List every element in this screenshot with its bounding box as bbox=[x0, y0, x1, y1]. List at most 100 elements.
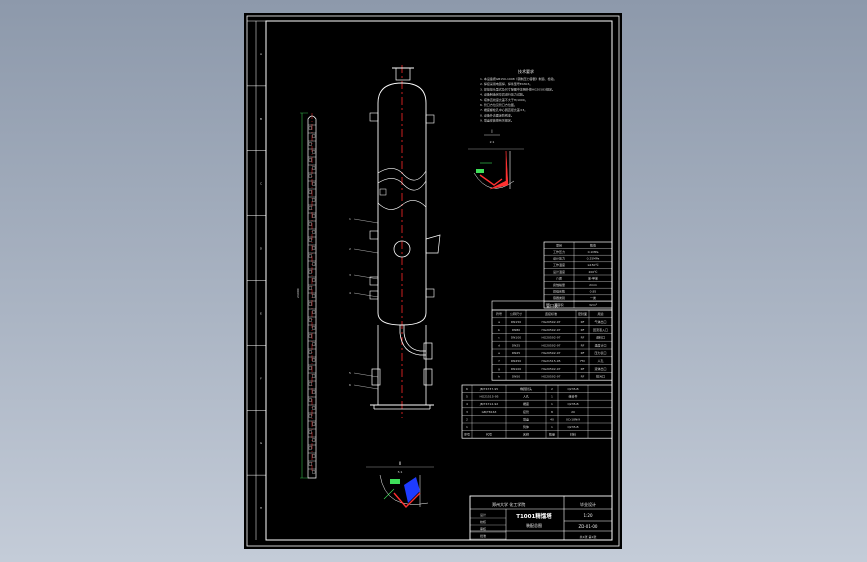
bill-of-materials[interactable]: 6 JB/T4737-95 椭圆封头 2 Q235-B 5 HG21515-95 人孔 1 组合件… bbox=[461, 384, 613, 439]
nozzle-table-cell: DN450 bbox=[511, 359, 521, 363]
tray-downcomer bbox=[308, 302, 312, 306]
detail-view-one[interactable]: I 2:1 bbox=[468, 129, 524, 190]
bom-cell: Q235-B bbox=[567, 402, 578, 406]
zone-letter: D bbox=[260, 247, 263, 251]
detail-view-two[interactable]: II 5:1 bbox=[366, 461, 434, 509]
tech-table-cell: 工作温度 bbox=[553, 262, 565, 267]
callout-number: 1 bbox=[349, 217, 351, 221]
zone-letter: E bbox=[260, 311, 262, 315]
tb-role: 审核 bbox=[480, 526, 486, 531]
tray-downcomer bbox=[308, 382, 312, 386]
tech-req-lines: 1. 本设备按GB150-1998《钢制压力容器》制造、检验。2. 焊接采用电弧… bbox=[480, 76, 557, 123]
tray-stack-elevation[interactable]: 24000 bbox=[296, 112, 317, 479]
tech-table-cell: 200℃ bbox=[588, 270, 598, 274]
nozzle-left-mid[interactable] bbox=[369, 230, 379, 240]
bom-cell: 4 bbox=[466, 402, 468, 406]
nozzle-table-cell: HG20592-97 bbox=[541, 336, 560, 340]
tb-drawing-name: T1001精馏塔 bbox=[516, 512, 552, 520]
nozzle-table-cell: 用途 bbox=[597, 311, 603, 316]
tray-downcomer bbox=[308, 270, 312, 274]
tech-table-cell: ≤150℃ bbox=[587, 263, 599, 267]
tech-req-title: 技术要求 bbox=[518, 68, 534, 74]
nozzle-table-cell: DN50 bbox=[512, 375, 520, 379]
tb-project: 毕业设计 bbox=[580, 501, 596, 507]
drawing-sheet[interactable]: ABCDEFGH 24000 1 2 3 4 5 6 技术要求 1. 本设备按G… bbox=[244, 13, 622, 549]
nozzle-table-cell: c bbox=[498, 336, 500, 340]
nozzle-left-top[interactable] bbox=[369, 112, 379, 122]
tray-downcomer bbox=[312, 406, 316, 410]
tray-downcomer bbox=[308, 366, 312, 370]
tray-downcomer bbox=[308, 254, 312, 258]
tech-table-cell: 0.85 bbox=[590, 290, 597, 294]
tech-table-cell: 工作压力 bbox=[553, 249, 565, 254]
zone-labels: A B C D E F G H bbox=[260, 52, 263, 510]
nozzle-table-cell: b bbox=[498, 328, 500, 332]
tb-school: 郑州大学 化工学院 bbox=[492, 501, 525, 507]
nozzle-table-cell: DN80 bbox=[512, 328, 520, 332]
nozzle-table-cell: f bbox=[498, 359, 500, 363]
tray-downcomer bbox=[308, 286, 312, 290]
bom-cell: 1 bbox=[551, 402, 553, 406]
nozzle-table-cell: HG20592-97 bbox=[541, 320, 560, 324]
callout-leader bbox=[353, 372, 379, 378]
tray-downcomer bbox=[312, 182, 316, 186]
nozzle-right-top[interactable] bbox=[425, 114, 435, 124]
tray-downcomer bbox=[312, 246, 316, 250]
tb-sheet: 共1张 第1张 bbox=[580, 534, 597, 539]
nozzle-table-cell: RF bbox=[581, 320, 585, 324]
feed-inlet-nozzle[interactable] bbox=[425, 234, 441, 254]
tech-table-cell: 设计压力 bbox=[553, 256, 565, 261]
nozzle-right-low[interactable] bbox=[425, 288, 435, 298]
technical-characteristics-table[interactable]: 项目 数值工作压力 0.1MPa 设计压力 0.25MPa 工作温度 ≤150℃ 设计温度 20… bbox=[543, 241, 613, 309]
bom-cell: 筒体 bbox=[523, 424, 529, 429]
tech-req-line: 8. 设备外表面涂防锈漆。 bbox=[480, 112, 514, 117]
distillation-column[interactable]: 1 2 3 4 5 6 bbox=[349, 65, 441, 418]
bom-cell: 代号 bbox=[486, 432, 492, 437]
detail-one-scale: 2:1 bbox=[490, 140, 495, 144]
bom-cell: 1 bbox=[551, 425, 553, 429]
zone-letter: F bbox=[260, 376, 262, 380]
tech-req-line: 9. 塔盘安装按有关规定。 bbox=[480, 118, 514, 123]
zone-letter: G bbox=[260, 441, 263, 445]
cad-viewport[interactable]: ABCDEFGH 24000 1 2 3 4 5 6 技术要求 1. 本设备按G… bbox=[0, 0, 867, 562]
nozzle-inner[interactable] bbox=[379, 188, 387, 196]
title-block[interactable]: 郑州大学 化工学院 毕业设计 T1001精馏塔 装配总图 1:20 ZD-01-… bbox=[469, 495, 613, 541]
cad-drawing-canvas[interactable]: ABCDEFGH 24000 123456 技术要求 1. 本设备按GB150-… bbox=[244, 13, 622, 549]
skirt-access-left[interactable] bbox=[371, 368, 381, 386]
callout-leader bbox=[353, 384, 379, 390]
tray-downcomer bbox=[308, 158, 312, 162]
tb-drawing-no: ZD-01-00 bbox=[579, 524, 598, 529]
callout-number: 3 bbox=[349, 273, 351, 277]
tray-downcomer bbox=[312, 310, 316, 314]
top-nozzle[interactable] bbox=[395, 67, 411, 81]
tray-downcomer bbox=[312, 214, 316, 218]
nozzle-table-cell: d bbox=[498, 343, 500, 347]
nozzle-table-cell: DN25 bbox=[512, 343, 520, 347]
skirt-access-right[interactable] bbox=[423, 368, 433, 386]
nozzle-table-cell: e bbox=[498, 351, 500, 355]
bom-cell: 塔盘 bbox=[523, 416, 529, 421]
nozzle-table-cell: 人孔 bbox=[597, 358, 603, 363]
nozzle-left-low2[interactable] bbox=[369, 290, 379, 300]
tb-roles: 设计校核审核批准 bbox=[470, 512, 506, 540]
tray-downcomer bbox=[312, 454, 316, 458]
tray-downcomer bbox=[308, 238, 312, 242]
detail-one-label: I bbox=[491, 129, 492, 134]
callout-number: 4 bbox=[349, 291, 351, 295]
tech-table-cell: 0.1MPa bbox=[588, 250, 599, 254]
tray-downcomer bbox=[312, 166, 316, 170]
bom-cell: 椭圆封头 bbox=[520, 386, 532, 391]
tray-downcomer bbox=[312, 390, 316, 394]
nozzle-table-cell: HG20592-97 bbox=[541, 343, 560, 347]
tech-table-cell: 0.25MPa bbox=[587, 257, 600, 261]
tray-downcomer bbox=[312, 326, 316, 330]
nozzle-table[interactable]: 管口表符号 公称尺寸 连接标准 密封面 用途 a DN150 HG20592-97 RF 气体出口… bbox=[491, 300, 613, 381]
tech-table-cell: 项目 bbox=[556, 243, 562, 247]
part-callouts: 1 2 3 4 5 6 bbox=[349, 217, 379, 390]
callout-leader bbox=[353, 218, 379, 224]
nozzle-table-cell: HG21515-95 bbox=[541, 359, 560, 363]
bom-cell: 40 bbox=[550, 417, 554, 421]
bom-cell: 材料 bbox=[570, 432, 576, 437]
bom-cell: 裙座 bbox=[523, 401, 529, 406]
tray-downcomer bbox=[312, 230, 316, 234]
